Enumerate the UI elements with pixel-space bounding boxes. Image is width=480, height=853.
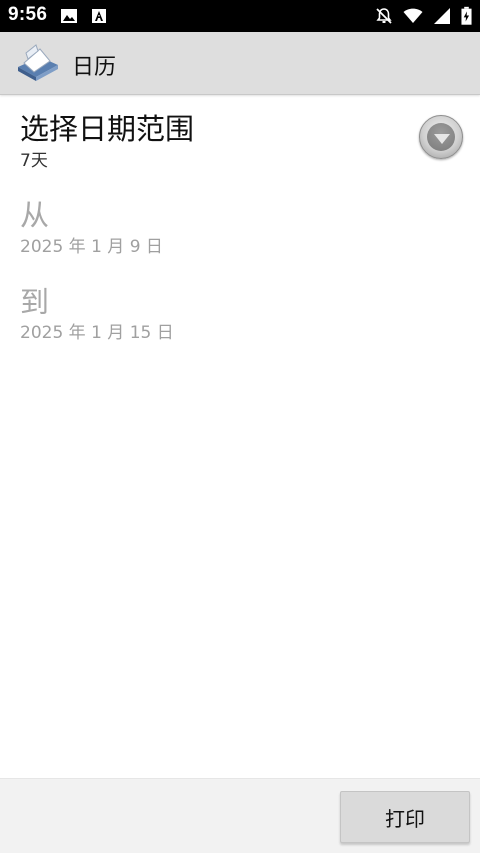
- image-icon: [61, 9, 77, 23]
- date-range-dropdown-button[interactable]: [419, 115, 463, 159]
- to-label: 到: [20, 285, 50, 319]
- wifi-icon: [403, 8, 423, 23]
- status-bar: 9:56: [0, 0, 480, 32]
- printer-logo-icon[interactable]: [14, 43, 60, 83]
- to-date: 2025 年 1 月 15 日: [20, 323, 174, 343]
- date-range-title: 选择日期范围: [20, 112, 195, 146]
- battery-charging-icon: [461, 6, 472, 25]
- chevron-down-icon: [434, 134, 450, 144]
- status-left-icons: [60, 7, 108, 25]
- print-button[interactable]: 打印: [340, 791, 470, 843]
- date-range-value: 7天: [20, 151, 48, 171]
- status-time: 9:56: [8, 4, 48, 25]
- from-label: 从: [20, 198, 50, 232]
- bottom-bar: 打印: [0, 778, 480, 853]
- status-right-icons: [375, 6, 472, 26]
- from-date: 2025 年 1 月 9 日: [20, 237, 163, 257]
- app-bar: 日历: [0, 32, 480, 95]
- notifications-off-icon: [376, 8, 392, 24]
- app-title: 日历: [72, 55, 117, 80]
- signal-icon: [434, 8, 450, 24]
- a-app-icon: [92, 9, 106, 23]
